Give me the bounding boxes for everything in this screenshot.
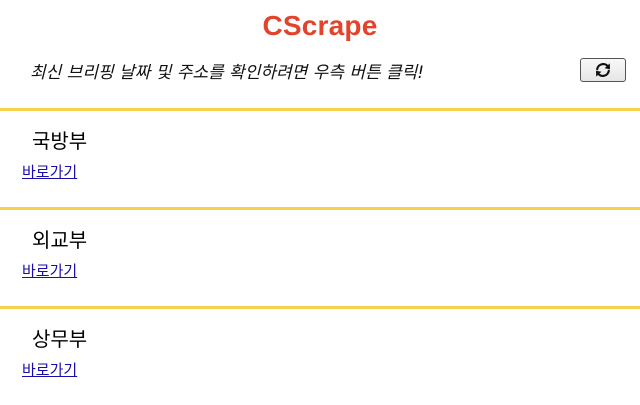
section-title: 외교부 xyxy=(32,228,88,252)
shortcut-link[interactable]: 바로가기 xyxy=(22,260,77,281)
section-defense: 국방부 바로가기 xyxy=(0,111,640,207)
section-commerce: 상무부 바로가기 xyxy=(0,309,640,405)
app-title: CScrape xyxy=(262,10,378,41)
section-title: 상무부 xyxy=(32,327,88,351)
shortcut-link[interactable]: 바로가기 xyxy=(22,359,77,380)
shortcut-link[interactable]: 바로가기 xyxy=(22,161,77,182)
instruction-text: 최신 브리핑 날짜 및 주소를 확인하려면 우측 버튼 클릭! xyxy=(30,63,425,83)
header: CScrape 최신 브리핑 날짜 및 주소를 확인하려면 우측 버튼 클릭! xyxy=(0,0,640,108)
refresh-button[interactable] xyxy=(580,58,626,82)
section-foreign-affairs: 외교부 바로가기 xyxy=(0,210,640,306)
section-title: 국방부 xyxy=(32,129,88,153)
refresh-icon xyxy=(594,62,612,78)
